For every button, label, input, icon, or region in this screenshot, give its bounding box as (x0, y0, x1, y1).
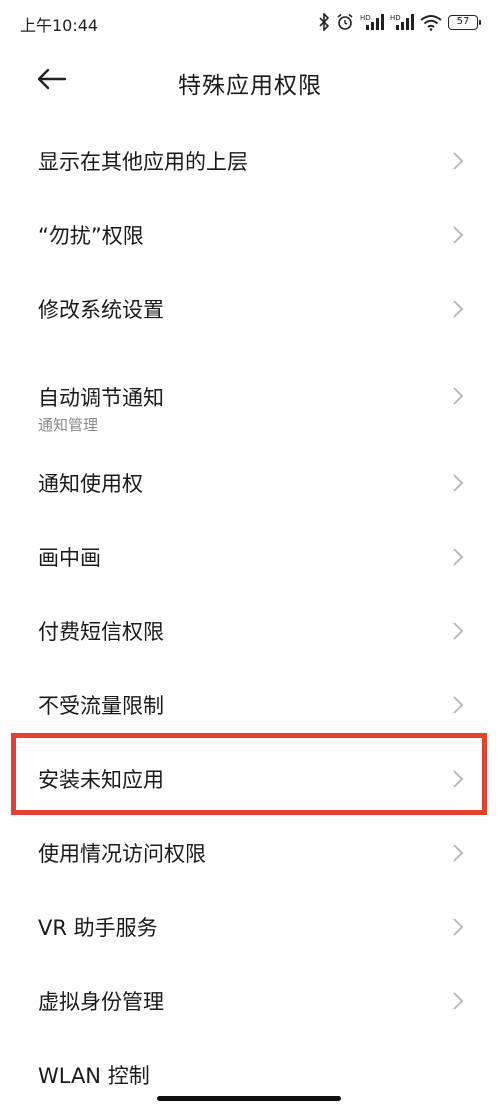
chevron-right-icon (453, 548, 464, 566)
battery-icon: 57 (448, 14, 481, 30)
chevron-right-icon (453, 474, 464, 492)
list-item-label: “勿扰”权限 (38, 224, 144, 248)
alarm-icon (336, 13, 354, 31)
list-item-unrestricted-data[interactable]: 不受流量限制 (0, 668, 500, 742)
wifi-icon (420, 14, 442, 31)
list-item-label: VR 助手服务 (38, 916, 158, 940)
permission-list: 显示在其他应用的上层 “勿扰”权限 修改系统设置 自动调节通知 通知管理 通知使… (0, 124, 500, 1111)
chevron-right-icon (453, 918, 464, 936)
status-icons: HD HD 57 (318, 11, 481, 33)
chevron-right-icon (453, 387, 464, 405)
list-item-label: 通知使用权 (38, 472, 143, 496)
list-item-label: 显示在其他应用的上层 (38, 150, 248, 174)
list-item-label: 不受流量限制 (38, 694, 164, 718)
home-indicator[interactable] (157, 1096, 341, 1101)
list-item-usage-access[interactable]: 使用情况访问权限 (0, 816, 500, 890)
header: 特殊应用权限 (0, 50, 500, 112)
list-item-premium-sms[interactable]: 付费短信权限 (0, 594, 500, 668)
chevron-right-icon (453, 300, 464, 318)
hd-signal-icon: HD (390, 13, 414, 31)
chevron-right-icon (453, 152, 464, 170)
status-bar: 上午10:44 HD HD 57 (0, 0, 500, 44)
list-item-subtitle: 通知管理 (38, 416, 99, 434)
status-time: 上午10:44 (20, 16, 99, 35)
svg-text:HD: HD (360, 14, 371, 22)
list-item-pip[interactable]: 画中画 (0, 520, 500, 594)
hd-signal-icon: HD (360, 13, 384, 31)
list-item-virtual-identity[interactable]: 虚拟身份管理 (0, 964, 500, 1038)
list-item-install-unknown-apps[interactable]: 安装未知应用 (0, 742, 500, 816)
list-item-label: 使用情况访问权限 (38, 842, 206, 866)
page-title: 特殊应用权限 (178, 73, 322, 99)
svg-text:HD: HD (390, 14, 401, 22)
list-item-vr-helper[interactable]: VR 助手服务 (0, 890, 500, 964)
chevron-right-icon (453, 622, 464, 640)
list-item-dnd[interactable]: “勿扰”权限 (0, 198, 500, 272)
chevron-right-icon (453, 696, 464, 714)
list-item-label: 画中画 (38, 546, 101, 570)
chevron-right-icon (453, 226, 464, 244)
list-item-label: WLAN 控制 (38, 1064, 150, 1088)
list-item-label: 付费短信权限 (38, 620, 164, 644)
chevron-right-icon (453, 770, 464, 788)
list-item-overlay[interactable]: 显示在其他应用的上层 (0, 124, 500, 198)
chevron-right-icon (453, 992, 464, 1010)
list-item-label: 自动调节通知 (38, 386, 164, 410)
battery-level: 57 (456, 16, 470, 27)
list-item-notification-access[interactable]: 通知使用权 (0, 446, 500, 520)
list-item-adaptive-notifications[interactable]: 自动调节通知 通知管理 (0, 346, 500, 446)
list-item-label: 修改系统设置 (38, 298, 164, 322)
chevron-right-icon (453, 844, 464, 862)
list-item-modify-settings[interactable]: 修改系统设置 (0, 272, 500, 346)
bluetooth-icon (318, 13, 330, 31)
list-item-label: 虚拟身份管理 (38, 990, 164, 1014)
list-item-label: 安装未知应用 (38, 768, 164, 792)
